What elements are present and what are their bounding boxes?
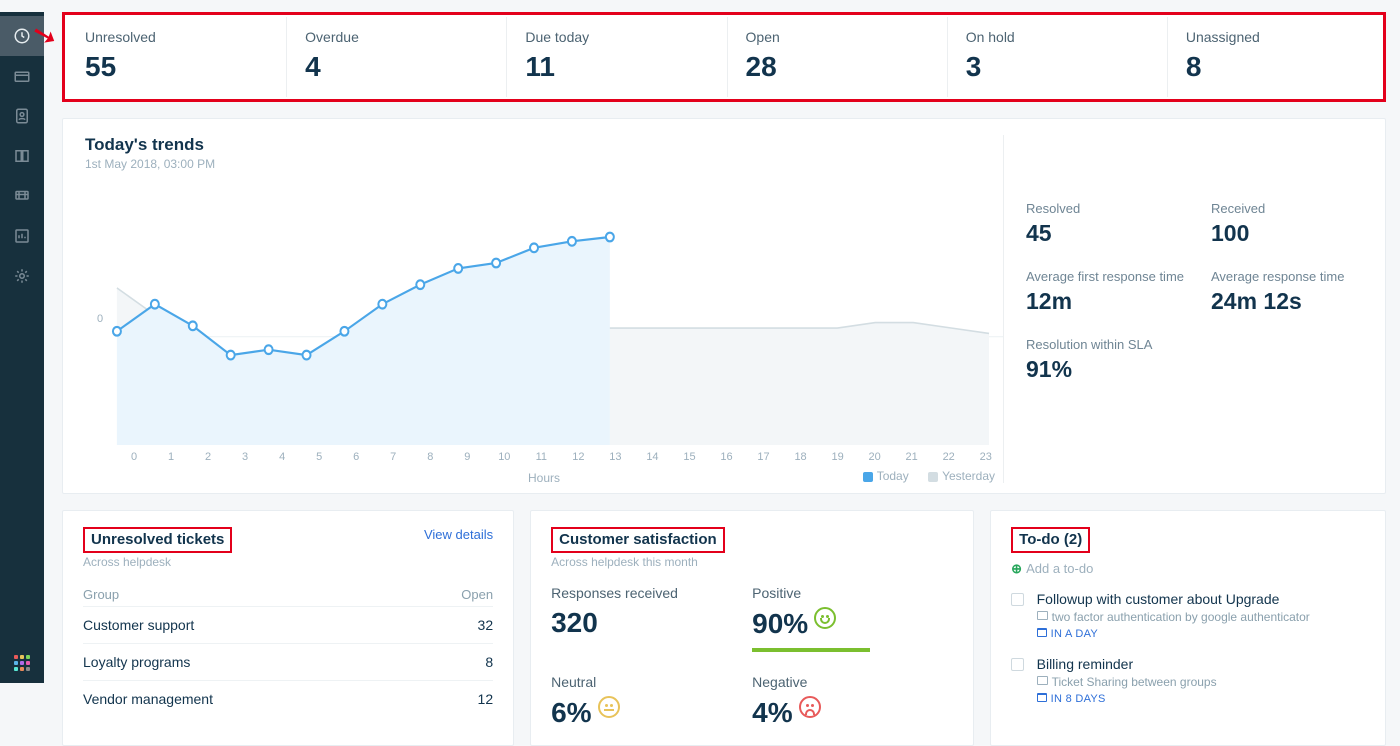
stat-value: 45 [1026,220,1193,247]
summary-unassigned[interactable]: Unassigned 8 [1167,17,1381,97]
summary-label: Unresolved [85,29,262,45]
x-axis: 01234567891011121314151617181920212223 [117,451,1003,463]
summary-value: 28 [746,51,923,83]
positive-label: Positive [752,585,953,601]
add-todo-button[interactable]: ⊕Add a to-do [1011,561,1365,577]
todo-item-title: Followup with customer about Upgrade [1037,591,1361,607]
forums-icon[interactable] [0,176,44,216]
unresolved-card: View details Unresolved tickets Across h… [62,510,514,746]
summary-value: 4 [305,51,482,83]
neutral-value: 6% [551,697,591,728]
summary-value: 11 [525,51,702,83]
summary-label: Open [746,29,923,45]
positive-bar [752,648,870,652]
responses-label: Responses received [551,585,752,601]
col-group: Group [83,587,119,602]
trends-card: Today's trends 1st May 2018, 03:00 PM 0 [62,118,1386,494]
trends-main: Today's trends 1st May 2018, 03:00 PM 0 [85,135,1003,483]
sidebar [0,12,44,683]
stat-label: Received [1211,201,1363,216]
reports-icon[interactable] [0,216,44,256]
negative-label: Negative [752,674,953,690]
summary-open[interactable]: Open 28 [727,17,941,97]
trends-title: Today's trends [85,135,1003,155]
stat-value: 12m [1026,288,1193,315]
stat-value: 91% [1026,356,1193,383]
csat-title: Customer satisfaction [559,531,717,548]
trends-stats-col1: Resolved 45 Average first response time 12… [1003,135,1193,483]
admin-icon[interactable] [0,256,44,296]
neutral-face-icon [598,696,620,718]
main: Unresolved 55 Overdue 4 Due today 11 Ope… [44,12,1400,746]
bottom-row: View details Unresolved tickets Across h… [62,510,1386,746]
solutions-icon[interactable] [0,136,44,176]
stat-label: Average response time [1211,269,1363,284]
todo-item-sub: Ticket Sharing between groups [1037,675,1361,689]
plus-icon: ⊕ [1011,561,1022,576]
trends-stats-col2: Received 100 Average response time 24m 12s [1193,135,1363,483]
unresolved-subtitle: Across helpdesk [83,555,493,569]
csat-subtitle: Across helpdesk this month [551,555,953,569]
summary-value: 3 [966,51,1143,83]
table-row[interactable]: Customer support32 [83,606,493,643]
todo-item-due: IN 8 DAYS [1037,693,1361,705]
stat-value: 24m 12s [1211,288,1363,315]
smile-icon [814,607,836,629]
view-details-link[interactable]: View details [424,527,493,542]
trends-subtitle: 1st May 2018, 03:00 PM [85,157,1003,171]
stat-label: Resolved [1026,201,1193,216]
positive-value: 90% [752,608,808,639]
summary-label: Overdue [305,29,482,45]
summary-cards: Unresolved 55 Overdue 4 Due today 11 Ope… [62,12,1386,102]
tickets-icon[interactable] [0,56,44,96]
frown-icon [799,696,821,718]
summary-value: 55 [85,51,262,83]
todo-item-title: Billing reminder [1037,656,1361,672]
trends-chart[interactable]: 0 [85,185,1003,445]
dashboard-icon[interactable] [0,16,44,56]
col-open: Open [461,587,493,602]
checkbox[interactable] [1011,658,1024,671]
table-row[interactable]: Vendor management12 [83,680,493,717]
todo-title: To-do (2) [1019,531,1082,548]
todo-item-sub: two factor authentication by google auth… [1037,610,1361,624]
summary-unresolved[interactable]: Unresolved 55 [67,17,280,97]
ticket-icon [1037,676,1048,685]
summary-label: Unassigned [1186,29,1363,45]
todo-item[interactable]: Billing reminder Ticket Sharing between … [1011,656,1365,707]
csat-card: Customer satisfaction Across helpdesk th… [530,510,974,746]
contacts-icon[interactable] [0,96,44,136]
calendar-icon [1037,693,1047,702]
stat-value: 100 [1211,220,1363,247]
checkbox[interactable] [1011,593,1024,606]
stat-label: Resolution within SLA [1026,337,1193,352]
todo-item-due: IN A DAY [1037,628,1361,640]
summary-value: 8 [1186,51,1363,83]
todo-card: To-do (2) ⊕Add a to-do Followup with cus… [990,510,1386,746]
neutral-label: Neutral [551,674,752,690]
legend-today: Today [877,469,909,483]
todo-item[interactable]: Followup with customer about Upgrade two… [1011,591,1365,642]
y-tick: 0 [97,313,103,325]
summary-overdue[interactable]: Overdue 4 [286,17,500,97]
ticket-icon [1037,611,1048,620]
unresolved-table: Group Open Customer support32 Loyalty pro… [83,583,493,717]
summary-label: Due today [525,29,702,45]
summary-label: On hold [966,29,1143,45]
summary-due-today[interactable]: Due today 11 [506,17,720,97]
table-row[interactable]: Loyalty programs8 [83,643,493,680]
negative-value: 4% [752,697,792,728]
apps-icon[interactable] [0,643,44,683]
stat-label: Average first response time [1026,269,1193,284]
responses-value: 320 [551,607,752,639]
summary-on-hold[interactable]: On hold 3 [947,17,1161,97]
legend-yesterday: Yesterday [942,469,995,483]
unresolved-title: Unresolved tickets [91,531,224,548]
calendar-icon [1037,628,1047,637]
